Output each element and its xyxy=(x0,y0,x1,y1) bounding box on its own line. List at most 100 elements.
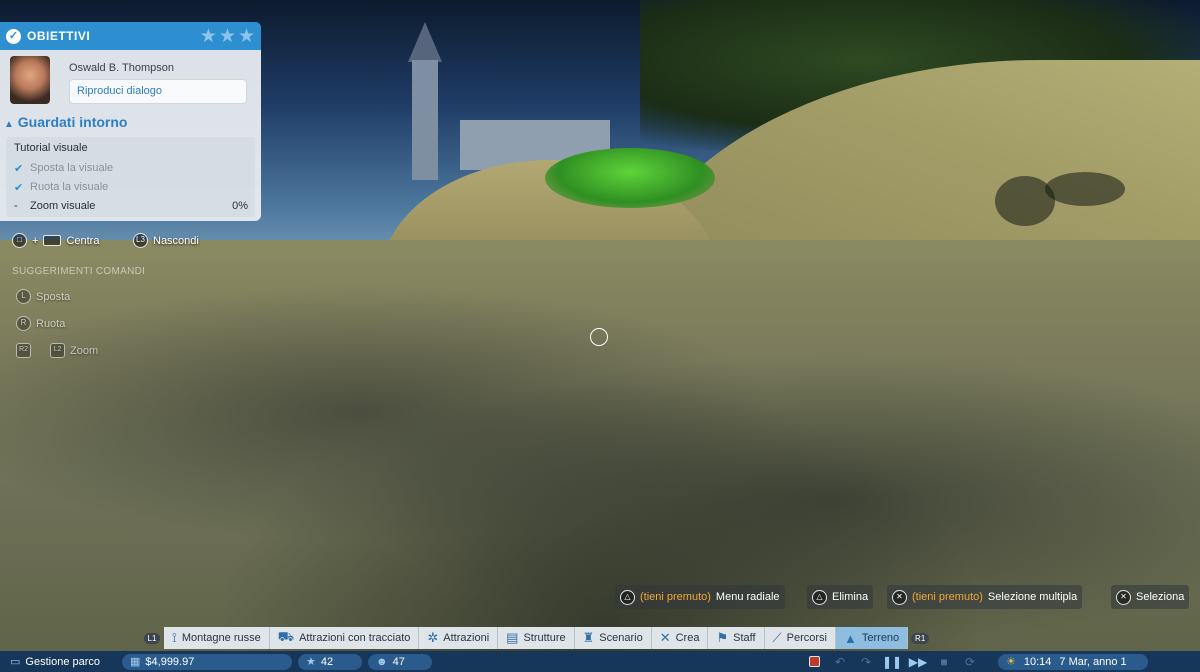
tab-staff[interactable]: ⚑ Staff xyxy=(708,627,765,649)
multi-select-prompt[interactable]: ✕ (tieni premuto) Selezione multipla xyxy=(887,585,1083,609)
camera-icon: ■ xyxy=(940,654,948,669)
check-icon: ✔ xyxy=(14,163,24,175)
tab-label: Attrazioni xyxy=(443,632,490,644)
cross-button-icon: ✕ xyxy=(892,589,907,605)
hide-label: Nascondi xyxy=(153,234,199,247)
refresh-icon: ⟳ xyxy=(964,654,976,669)
square-button-icon: □ xyxy=(12,233,27,248)
star-icon: ★ xyxy=(199,25,217,47)
tab-label: Crea xyxy=(675,632,700,644)
triangle-button-icon: △ xyxy=(812,589,827,605)
center-label: Centra xyxy=(66,234,100,247)
category-tabbar: L1 ⟟ Montagne russe ⛟ Attrazioni con tracc… xyxy=(140,627,1055,649)
rotate-label: Ruota xyxy=(36,317,66,330)
task-label: Zoom visuale xyxy=(30,200,96,212)
castle-tower xyxy=(412,60,438,180)
star-icon: ★ xyxy=(306,656,316,668)
redo-icon: ↷ xyxy=(860,654,872,669)
guests-display[interactable]: ☻ 47 xyxy=(368,653,432,670)
tab-label: Montagne russe xyxy=(181,632,261,644)
task-label: Ruota la visuale xyxy=(30,181,109,193)
staff-icon: ⚑ xyxy=(716,630,729,645)
triangle-button-icon: △ xyxy=(620,589,635,605)
tower-icon: ♜ xyxy=(582,630,595,645)
date-value: 7 Mar, anno 1 xyxy=(1059,655,1127,668)
plus-icon: + xyxy=(32,234,39,247)
tab-label: Percorsi xyxy=(786,632,827,644)
pause-icon: ❚❚ xyxy=(881,654,903,669)
section-title-label: Guardati intorno xyxy=(17,114,128,130)
shop-icon: ▤ xyxy=(506,630,519,645)
objectives-panel: ✓ OBIETTIVI ★ ★ ★ Oswald B. Thompson Rip… xyxy=(0,22,261,221)
money-display[interactable]: ▦ $4,999.97 xyxy=(122,653,292,670)
r1-trigger[interactable]: R1 xyxy=(908,627,932,649)
park-management-button[interactable]: ▭ Gestione parco xyxy=(10,655,122,669)
park-management-label: Gestione parco xyxy=(25,655,101,668)
checkmark-badge-icon: ✓ xyxy=(6,28,21,44)
tab-montagne-russe[interactable]: ⟟ Montagne russe xyxy=(164,627,270,649)
check-icon: ✔ xyxy=(14,182,24,194)
undo-button[interactable]: ↶ xyxy=(830,654,850,670)
radial-menu-label: Menu radiale xyxy=(715,591,780,603)
objective-stars: ★ ★ ★ xyxy=(200,27,255,46)
cross-button-icon: ✕ xyxy=(1116,589,1131,605)
ride-icon: ✲ xyxy=(427,630,439,645)
play-dialog-button[interactable]: Riproduci dialogo xyxy=(69,79,247,104)
objectives-header: ✓ OBIETTIVI ★ ★ ★ xyxy=(0,22,261,50)
objective-section-title[interactable]: ▲ Guardati intorno xyxy=(4,114,127,130)
task-item: ✔ Ruota la visuale xyxy=(14,181,248,194)
keyboard-icon: ▭ xyxy=(10,656,21,668)
status-bar: ▭ Gestione parco ▦ $4,999.97 ★ 42 ☻ 47 ↶… xyxy=(0,651,1200,672)
tab-attrazioni[interactable]: ✲ Attrazioni xyxy=(419,627,499,649)
move-prompt: L Sposta xyxy=(16,289,70,304)
tab-label: Staff xyxy=(733,632,756,644)
refresh-button[interactable]: ⟳ xyxy=(960,654,980,670)
record-icon xyxy=(808,656,820,667)
pause-button[interactable]: ❚❚ xyxy=(882,654,902,670)
multi-select-label: Selezione multipla xyxy=(987,591,1078,603)
tab-percorsi[interactable]: ⟋ Percorsi xyxy=(764,627,836,649)
shortcuts-title: SUGGERIMENTI COMANDI xyxy=(12,266,146,277)
tab-label: Attrazioni con tracciato xyxy=(299,632,411,644)
touchpad-icon xyxy=(43,235,62,246)
advisor-name: Oswald B. Thompson xyxy=(69,62,174,74)
track-ride-icon: ⛟ xyxy=(277,629,295,644)
tab-scenario[interactable]: ♜ Scenario xyxy=(574,627,652,649)
tab-attrazioni-tracciato[interactable]: ⛟ Attrazioni con tracciato xyxy=(269,627,420,649)
tab-terreno[interactable]: ▲ Terreno xyxy=(836,627,909,649)
task-item: ✔ Sposta la visuale xyxy=(14,162,248,175)
hide-prompt[interactable]: L3 Nascondi xyxy=(133,233,199,248)
tab-label: Terreno xyxy=(861,632,900,644)
camera-button[interactable]: ■ xyxy=(934,654,954,670)
terrain-icon: ▲ xyxy=(844,630,857,646)
radial-menu-prompt[interactable]: △ (tieni premuto) Menu radiale xyxy=(615,585,785,609)
path-icon: ⟋ xyxy=(772,630,782,645)
l1-trigger[interactable]: L1 xyxy=(140,627,164,649)
task-progress: 0% xyxy=(232,200,248,212)
park-rating-display[interactable]: ★ 42 xyxy=(298,653,362,670)
r1-trigger-label: R1 xyxy=(911,632,930,644)
delete-prompt[interactable]: △ Elimina xyxy=(807,585,874,609)
task-item: - Zoom visuale 0% xyxy=(14,200,248,212)
guests-value: 47 xyxy=(392,655,405,668)
green-bush xyxy=(545,148,715,208)
park-rating-value: 42 xyxy=(320,655,334,668)
time-value: 10:14 xyxy=(1023,655,1052,668)
fast-forward-button[interactable]: ▶▶ xyxy=(908,654,928,670)
l3-button-icon: L3 xyxy=(133,233,148,248)
rotate-prompt: R Ruota xyxy=(16,316,65,331)
castle-roof xyxy=(408,22,442,62)
right-stick-icon: R xyxy=(16,316,31,331)
record-button[interactable] xyxy=(804,654,824,670)
rollercoaster-icon: ⟟ xyxy=(172,630,177,645)
r2-button-icon: R2 xyxy=(16,343,31,358)
delete-label: Elimina xyxy=(832,591,869,603)
select-prompt[interactable]: ✕ Seleziona xyxy=(1111,585,1190,609)
hold-label: (tieni premuto) xyxy=(640,591,711,603)
center-prompt[interactable]: □ + Centra xyxy=(12,233,99,248)
redo-button[interactable]: ↷ xyxy=(856,654,876,670)
tab-strutture[interactable]: ▤ Strutture xyxy=(498,627,575,649)
time-date-display[interactable]: ☀ 10:14 7 Mar, anno 1 xyxy=(998,653,1148,670)
dash-icon: - xyxy=(14,200,18,212)
tab-crea[interactable]: ✕ Crea xyxy=(651,627,709,649)
